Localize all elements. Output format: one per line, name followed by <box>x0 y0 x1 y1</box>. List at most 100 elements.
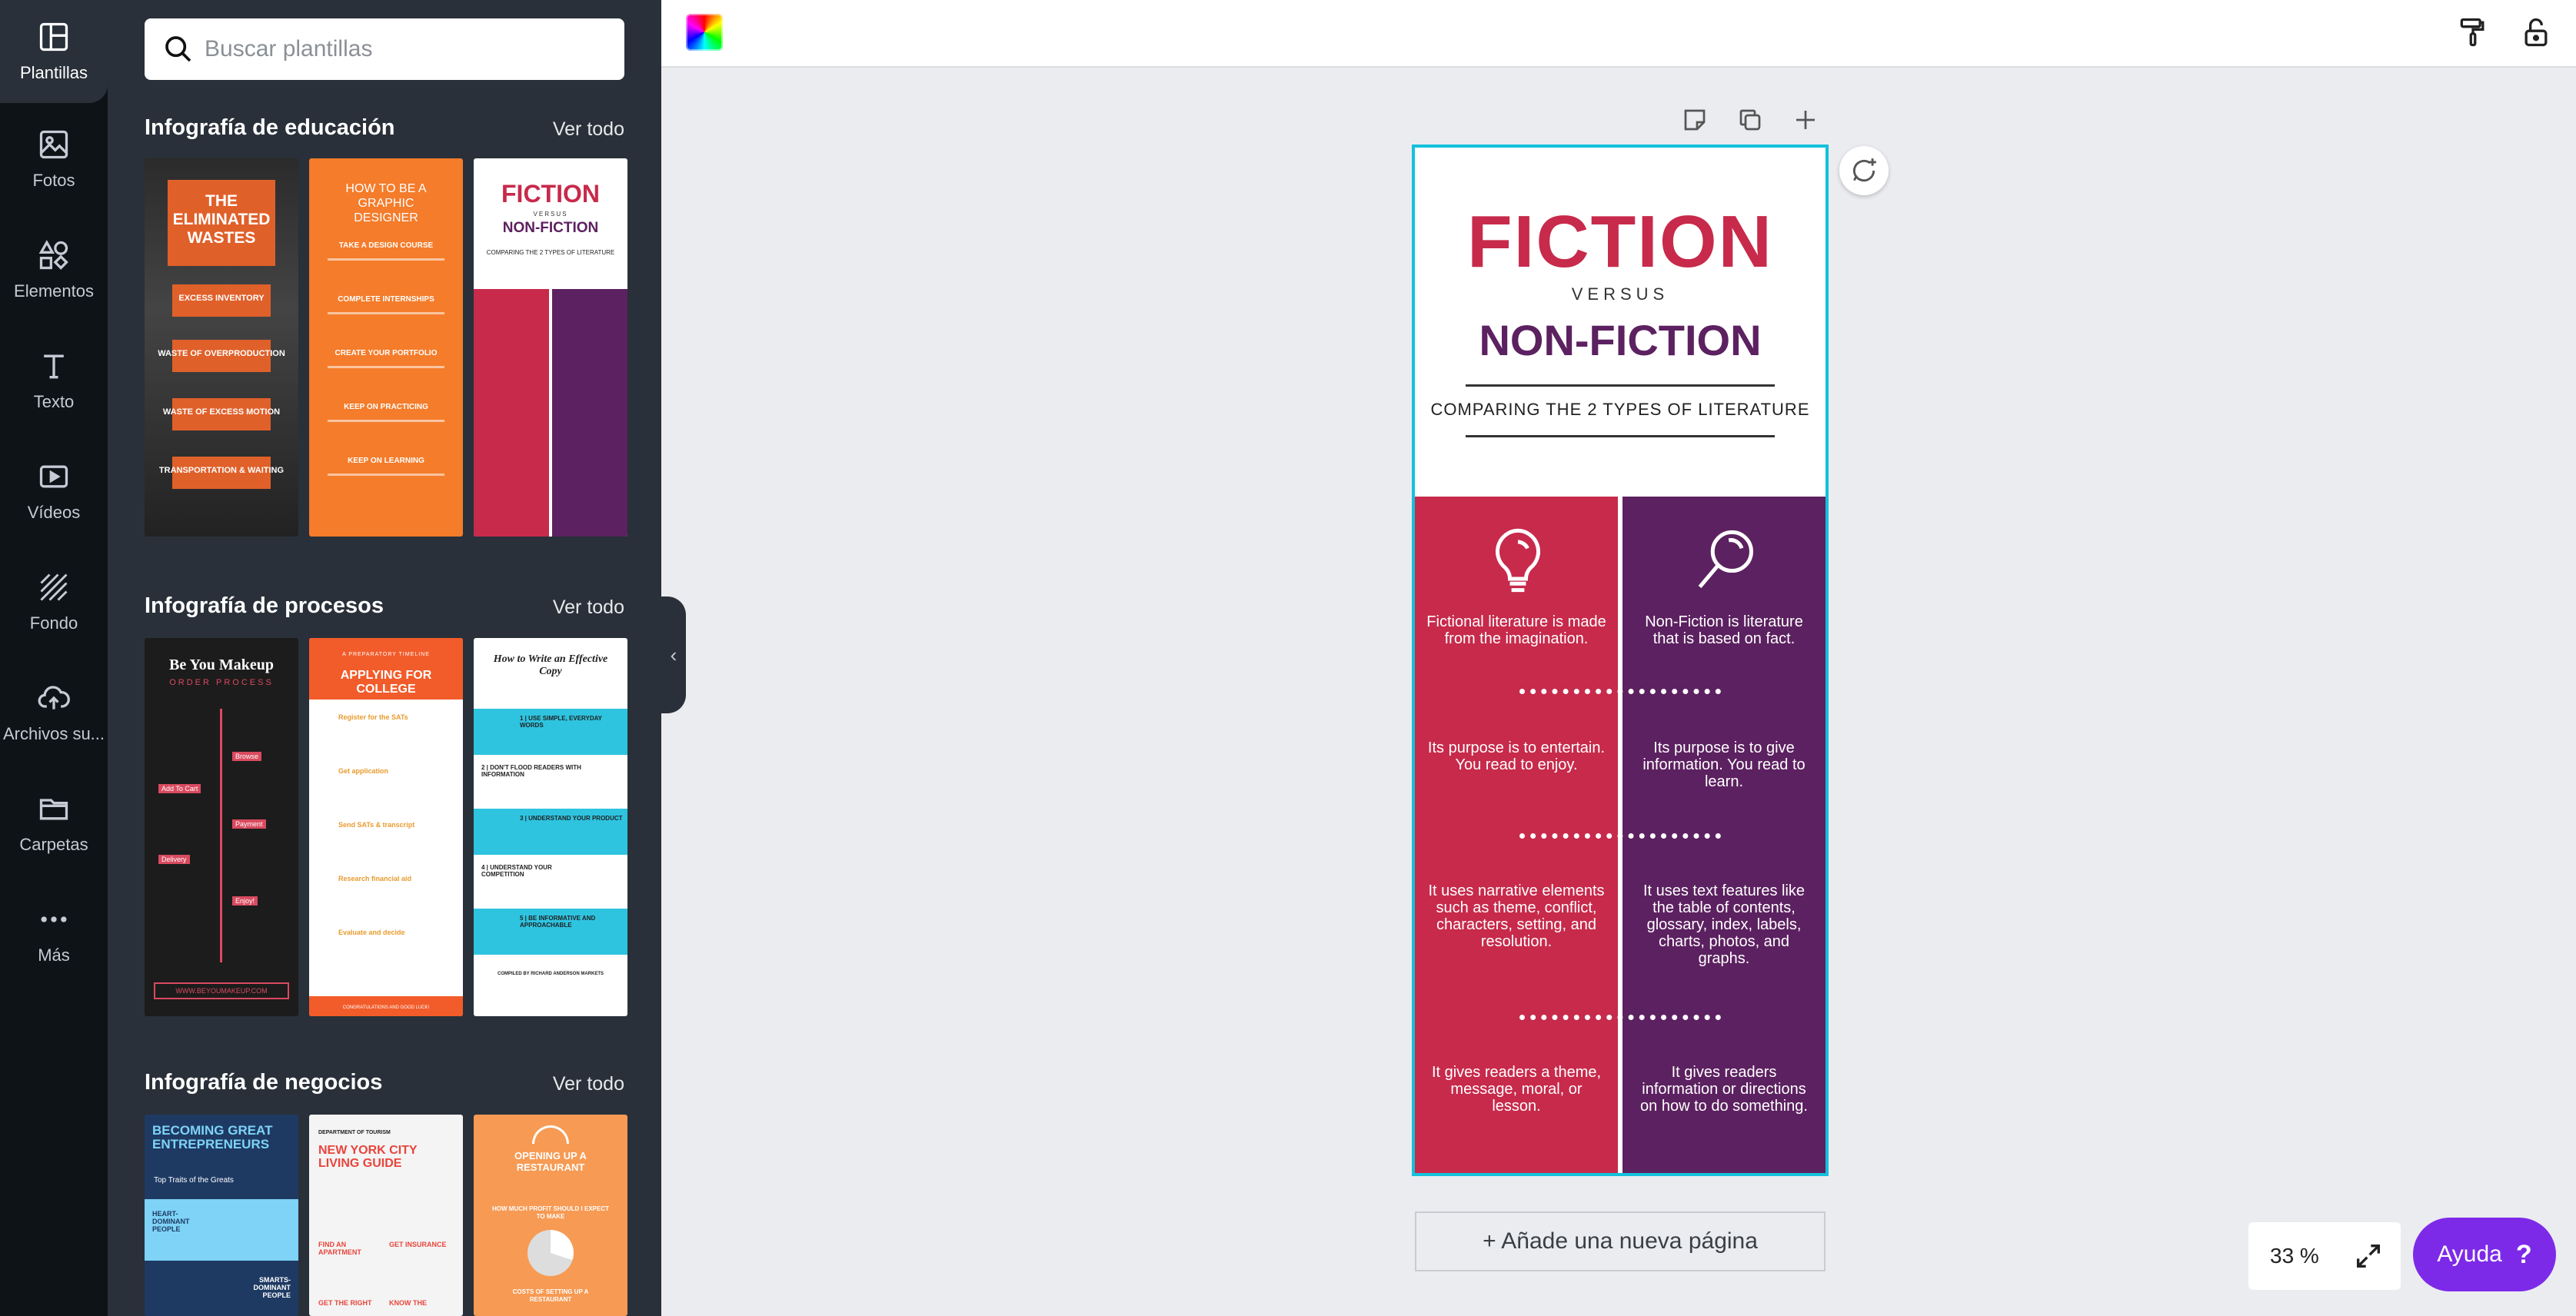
add-page-plus-button[interactable] <box>1789 103 1822 137</box>
see-all-business-link[interactable]: Ver todo <box>553 1073 624 1095</box>
thumb-tag: Browse <box>232 752 262 761</box>
sidebar-item-label: Vídeos <box>27 503 81 522</box>
thumb-item: Evaluate and decide <box>338 929 405 936</box>
divider-line <box>1466 384 1775 387</box>
template-thumbnail-entrepreneurs[interactable]: BECOMING GREAT ENTREPRENEURS Top Traits … <box>145 1115 298 1316</box>
nonfiction-point-1[interactable]: Non-Fiction is literature that is based … <box>1633 613 1815 647</box>
text-icon <box>44 354 64 379</box>
zoom-level[interactable]: 33 % <box>2270 1244 2319 1268</box>
template-thumbnail-eliminated-wastes[interactable]: THE ELIMINATED WASTES EXCESS INVENTORY W… <box>145 158 298 537</box>
side-navigation-rail: Plantillas Fotos Elementos Texto Vídeos … <box>0 0 108 1316</box>
templates-panel: Infografía de educación Ver todo THE ELI… <box>108 0 661 1316</box>
sidebar-item-text[interactable]: Texto <box>0 329 108 432</box>
thumb-item: HEART-DOMINANT PEOPLE <box>152 1210 190 1233</box>
see-all-education-link[interactable]: Ver todo <box>553 118 624 141</box>
template-thumbnail-graphic-designer[interactable]: HOW TO BE A GRAPHIC DESIGNER TAKE A DESI… <box>309 158 463 537</box>
thumb-title: BECOMING GREAT ENTREPRENEURS <box>152 1123 273 1152</box>
thumb-title: THE ELIMINATED WASTES <box>172 192 271 247</box>
thumb-item: 2 | DON'T FLOOD READERS WITH INFORMATION <box>481 764 581 778</box>
thumb-footer: CONGRATULATIONS AND GOOD LUCK! <box>342 1005 430 1010</box>
background-icon <box>40 573 68 601</box>
thumb-title: APPLYING FOR COLLEGE <box>340 669 432 696</box>
thumb-item: 5 | BE INFORMATIVE AND APPROACHABLE <box>520 915 596 929</box>
duplicate-page-button[interactable] <box>1733 103 1767 137</box>
add-new-page-button[interactable]: + Añade una nueva página <box>1415 1211 1825 1271</box>
thumb-versus: VERSUS <box>533 211 568 218</box>
search-input[interactable] <box>205 36 604 62</box>
lock-button[interactable] <box>2516 12 2556 52</box>
template-thumbnail-restaurant[interactable]: OPENING UP A RESTAURANT HOW MUCH PROFIT … <box>474 1115 627 1316</box>
sticky-note-icon <box>1684 109 1706 131</box>
template-thumbnail-nyc-guide[interactable]: DEPARTMENT OF TOURISM NEW YORK CITY LIVI… <box>309 1115 463 1316</box>
thumb-subtitle: ORDER PROCESS <box>169 678 274 687</box>
template-thumbnail-makeup-order[interactable]: Be You Makeup ORDER PROCESS Browse Add T… <box>145 638 298 1016</box>
thumb-footer: COMPILED BY RICHARD ANDERSON MARKETS <box>497 972 604 976</box>
thumb-title: NEW YORK CITY LIVING GUIDE <box>318 1144 418 1170</box>
cloche-icon <box>532 1125 569 1144</box>
thumb-item: CREATE YOUR PORTFOLIO <box>334 349 438 357</box>
sidebar-item-label: Más <box>38 945 70 965</box>
document-versus[interactable]: VERSUS <box>1415 284 1825 304</box>
document-title-nonfiction[interactable]: NON-FICTION <box>1415 315 1825 365</box>
fiction-point-2[interactable]: Its purpose is to entertain. You read to… <box>1426 739 1607 773</box>
fiction-point-3[interactable]: It uses narrative elements such as theme… <box>1426 882 1607 950</box>
design-page[interactable]: FICTION VERSUS NON-FICTION COMPARING THE… <box>1412 145 1829 1176</box>
add-comment-button[interactable] <box>1839 146 1889 195</box>
sidebar-item-templates[interactable]: Plantillas <box>0 0 108 103</box>
sidebar-item-label: Fondo <box>29 613 78 633</box>
thumb-tag: Delivery <box>158 855 190 864</box>
document-title-fiction[interactable]: FICTION <box>1415 200 1825 284</box>
thumb-title: Be You Makeup <box>169 656 274 673</box>
thumb-item: GET THE RIGHT <box>318 1299 372 1307</box>
nonfiction-point-4[interactable]: It gives readers information or directio… <box>1633 1064 1815 1115</box>
dotted-divider <box>1519 689 1721 694</box>
thumb-title: FICTION <box>501 180 600 208</box>
upload-icon <box>38 686 70 710</box>
zoom-control[interactable]: 33 % <box>2248 1222 2401 1290</box>
thumb-item: SMARTS-DOMINANT PEOPLE <box>253 1276 291 1299</box>
thumb-item: WASTE OF OVERPRODUCTION <box>158 349 285 358</box>
fiction-point-4[interactable]: It gives readers a theme, message, moral… <box>1426 1064 1607 1115</box>
help-button[interactable]: Ayuda ? <box>2413 1218 2556 1291</box>
fullscreen-icon[interactable] <box>2353 1241 2384 1271</box>
sidebar-item-label: Texto <box>33 392 75 411</box>
thumb-item: KEEP ON PRACTICING <box>344 403 428 411</box>
thumb-item: KEEP ON LEARNING <box>348 457 424 465</box>
sidebar-item-elements[interactable]: Elementos <box>0 218 108 321</box>
sidebar-item-more[interactable]: Más <box>0 882 108 985</box>
sidebar-item-background[interactable]: Fondo <box>0 550 108 653</box>
copy-style-button[interactable] <box>2453 12 2493 52</box>
collapse-panel-button[interactable]: ‹ <box>661 597 686 713</box>
search-icon <box>165 36 191 62</box>
dotted-divider <box>1519 1015 1721 1020</box>
nonfiction-point-3[interactable]: It uses text features like the table of … <box>1633 882 1815 967</box>
sidebar-item-uploads[interactable]: Archivos su... <box>0 661 108 764</box>
search-box[interactable] <box>145 18 624 80</box>
sidebar-item-folders[interactable]: Carpetas <box>0 772 108 875</box>
thumb-column-left <box>474 289 549 537</box>
page-notes-button[interactable] <box>1678 103 1712 137</box>
thumb-item: EXCESS INVENTORY <box>178 294 265 303</box>
thumb-item: TRANSPORTATION & WAITING <box>158 466 285 475</box>
photos-icon <box>39 130 68 159</box>
templates-icon <box>39 22 68 52</box>
thumb-item: FIND AN APARTMENT <box>318 1241 361 1256</box>
thumb-text-line <box>328 420 444 422</box>
comment-add-icon <box>1852 158 1876 182</box>
thumb-text-line <box>328 366 444 368</box>
document-subtitle[interactable]: COMPARING THE 2 TYPES OF LITERATURE <box>1415 400 1825 420</box>
fiction-point-1[interactable]: Fictional literature is made from the im… <box>1426 613 1607 647</box>
more-icon <box>41 916 67 922</box>
thumb-column-right <box>552 289 627 537</box>
video-icon <box>39 465 68 488</box>
template-thumbnail-effective-copy[interactable]: How to Write an Effective Copy 1 | USE S… <box>474 638 627 1016</box>
color-picker-button[interactable] <box>686 14 723 51</box>
sidebar-item-photos[interactable]: Fotos <box>0 108 108 211</box>
template-thumbnail-applying-college[interactable]: A PREPARATORY TIMELINE APPLYING FOR COLL… <box>309 638 463 1016</box>
nonfiction-point-2[interactable]: Its purpose is to give information. You … <box>1633 739 1815 790</box>
thumb-pie-graphic <box>528 1230 574 1276</box>
section-title-business: Infografía de negocios <box>145 1070 383 1095</box>
sidebar-item-videos[interactable]: Vídeos <box>0 440 108 543</box>
template-thumbnail-fiction-nonfiction[interactable]: FICTION VERSUS NON-FICTION COMPARING THE… <box>474 158 627 537</box>
see-all-processes-link[interactable]: Ver todo <box>553 597 624 619</box>
